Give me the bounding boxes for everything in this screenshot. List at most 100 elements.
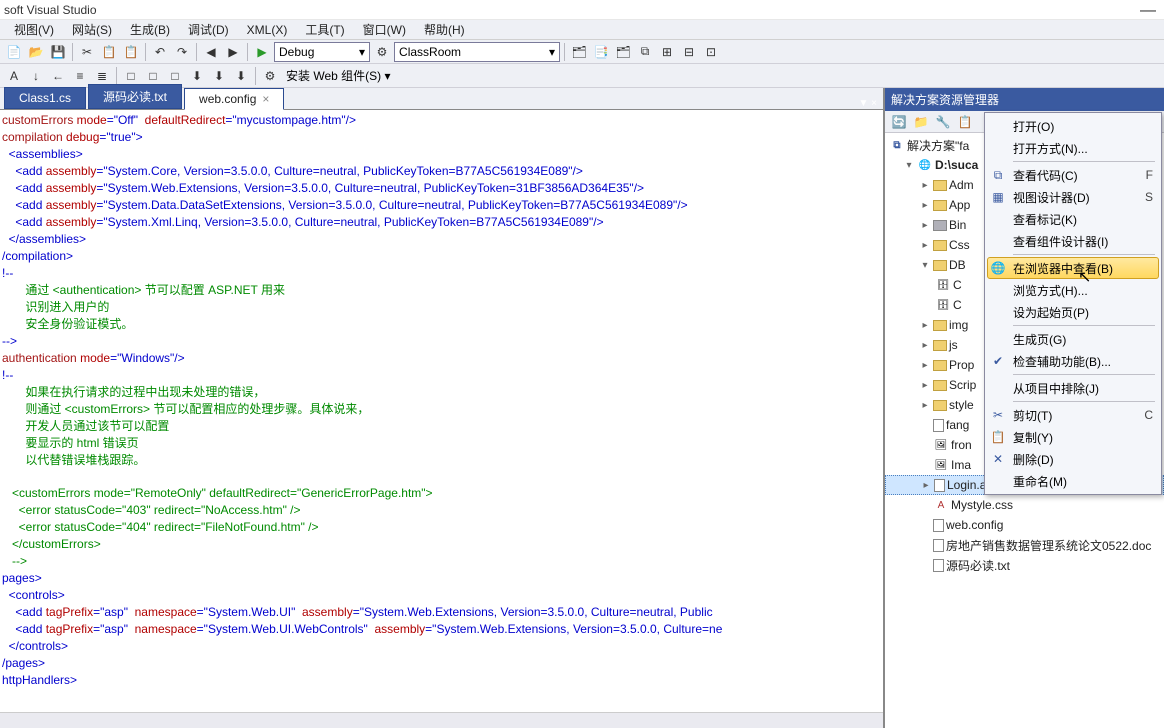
new-button[interactable]: 📄: [4, 42, 24, 62]
image-icon: 🖼: [933, 437, 949, 453]
tool-3[interactable]: 🗂: [613, 42, 633, 62]
menu-tools[interactable]: 工具(T): [299, 19, 350, 40]
chevron-down-icon[interactable]: ▾: [919, 260, 931, 271]
cm-open-with[interactable]: 打开方式(N)...: [987, 137, 1159, 159]
gear-icon[interactable]: ⚙: [260, 66, 280, 86]
cm-view-in-browser[interactable]: 🌐在浏览器中查看(B): [987, 257, 1159, 279]
folder-icon: [933, 240, 947, 251]
xml-2[interactable]: ↓: [26, 66, 46, 86]
project-input[interactable]: [399, 44, 549, 60]
tree-item[interactable]: 房地产销售数据管理系统论文0522.doc: [885, 535, 1164, 555]
menu-website[interactable]: 网站(S): [66, 19, 118, 40]
tree-item[interactable]: 源码必读.txt: [885, 555, 1164, 575]
title-bar: soft Visual Studio —: [0, 0, 1164, 20]
xml-9[interactable]: ⬇: [187, 66, 207, 86]
tool-5[interactable]: ⊞: [657, 42, 677, 62]
xml-8[interactable]: □: [165, 66, 185, 86]
platform-button[interactable]: ⚙: [372, 42, 392, 62]
code-editor[interactable]: customErrors mode="Off" defaultRedirect=…: [0, 110, 883, 712]
menu-xml[interactable]: XML(X): [241, 21, 294, 39]
chevron-right-icon[interactable]: ▸: [919, 180, 931, 191]
designer-icon: ▦: [989, 188, 1007, 206]
tabbar-dropdown[interactable]: ▼ ×: [858, 98, 883, 109]
cm-open[interactable]: 打开(O): [987, 115, 1159, 137]
cm-build-page[interactable]: 生成页(G): [987, 328, 1159, 350]
nest-icon[interactable]: 📋: [955, 112, 975, 132]
css-icon: A: [933, 497, 949, 513]
undo-button[interactable]: ↶: [150, 42, 170, 62]
cm-check-accessibility[interactable]: ✔检查辅助功能(B)...: [987, 350, 1159, 372]
xml-4[interactable]: ≡: [70, 66, 90, 86]
aspx-icon: [934, 479, 945, 492]
nav-fwd-button[interactable]: ▶: [223, 42, 243, 62]
cm-view-component[interactable]: 查看组件设计器(I): [987, 230, 1159, 252]
copy-icon: 📋: [989, 428, 1007, 446]
refresh-icon[interactable]: 🔄: [889, 112, 909, 132]
open-button[interactable]: 📂: [26, 42, 46, 62]
cm-set-start-page[interactable]: 设为起始页(P): [987, 301, 1159, 323]
tool-2[interactable]: 📑: [591, 42, 611, 62]
menu-debug[interactable]: 调试(D): [182, 19, 235, 40]
nav-back-button[interactable]: ◀: [201, 42, 221, 62]
redo-button[interactable]: ↷: [172, 42, 192, 62]
cm-view-designer[interactable]: ▦视图设计器(D)S: [987, 186, 1159, 208]
config-input[interactable]: [279, 44, 359, 60]
folder-icon: [933, 200, 947, 211]
tree-item[interactable]: web.config: [885, 515, 1164, 535]
tool-6[interactable]: ⊟: [679, 42, 699, 62]
delete-icon: ✕: [989, 450, 1007, 468]
menu-help[interactable]: 帮助(H): [418, 19, 471, 40]
solution-icon: ⧉: [889, 137, 905, 153]
config-select[interactable]: ▾: [274, 42, 370, 62]
tool-7[interactable]: ⊡: [701, 42, 721, 62]
install-web-components[interactable]: 安装 Web 组件(S) ▾: [282, 67, 394, 84]
code-icon: ⧉: [989, 166, 1007, 184]
xml-5[interactable]: ≣: [92, 66, 112, 86]
project-select[interactable]: ▾: [394, 42, 560, 62]
check-icon: ✔: [989, 352, 1007, 370]
tool-1[interactable]: 🗂: [569, 42, 589, 62]
save-button[interactable]: 💾: [48, 42, 68, 62]
properties-icon[interactable]: 🔧: [933, 112, 953, 132]
document-tabs: Class1.cs 源码必读.txt web.config× ▼ ×: [0, 88, 883, 110]
xml-10[interactable]: ⬇: [209, 66, 229, 86]
xml-11[interactable]: ⬇: [231, 66, 251, 86]
context-menu: 打开(O) 打开方式(N)... ⧉查看代码(C)F ▦视图设计器(D)S 查看…: [984, 112, 1162, 495]
chevron-down-icon[interactable]: ▾: [903, 160, 915, 171]
paste-button[interactable]: 📋: [121, 42, 141, 62]
folder-icon: [933, 400, 947, 411]
folder-icon: [933, 260, 947, 271]
panel-title: 解决方案资源管理器: [885, 88, 1164, 111]
cut-icon: ✂: [989, 406, 1007, 424]
cm-exclude[interactable]: 从项目中排除(J): [987, 377, 1159, 399]
tree-item[interactable]: AMystyle.css: [885, 495, 1164, 515]
copy-button[interactable]: 📋: [99, 42, 119, 62]
db-icon: 🗄: [935, 297, 951, 313]
show-all-icon[interactable]: 📁: [911, 112, 931, 132]
tab-class1[interactable]: Class1.cs: [4, 87, 86, 109]
menu-view[interactable]: 视图(V): [8, 19, 60, 40]
close-icon[interactable]: ×: [262, 92, 269, 106]
horizontal-scrollbar[interactable]: [0, 712, 883, 728]
cm-copy[interactable]: 📋复制(Y): [987, 426, 1159, 448]
xml-1[interactable]: A: [4, 66, 24, 86]
cm-delete[interactable]: ✕删除(D): [987, 448, 1159, 470]
tab-readme[interactable]: 源码必读.txt: [88, 84, 182, 109]
xml-3[interactable]: ←: [48, 66, 68, 86]
menu-build[interactable]: 生成(B): [124, 19, 176, 40]
xml-7[interactable]: □: [143, 66, 163, 86]
folder-icon: [933, 360, 947, 371]
cm-browse-with[interactable]: 浏览方式(H)...: [987, 279, 1159, 301]
xml-6[interactable]: □: [121, 66, 141, 86]
run-button[interactable]: ▶: [252, 42, 272, 62]
tab-webconfig[interactable]: web.config×: [184, 88, 284, 110]
cm-cut[interactable]: ✂剪切(T)C: [987, 404, 1159, 426]
cut-button[interactable]: ✂: [77, 42, 97, 62]
cm-view-markup[interactable]: 查看标记(K): [987, 208, 1159, 230]
cm-view-code[interactable]: ⧉查看代码(C)F: [987, 164, 1159, 186]
minimize-button[interactable]: —: [1140, 2, 1156, 20]
tool-4[interactable]: ⧉: [635, 42, 655, 62]
folder-icon: [933, 180, 947, 191]
menu-window[interactable]: 窗口(W): [357, 19, 412, 40]
cm-rename[interactable]: 重命名(M): [987, 470, 1159, 492]
